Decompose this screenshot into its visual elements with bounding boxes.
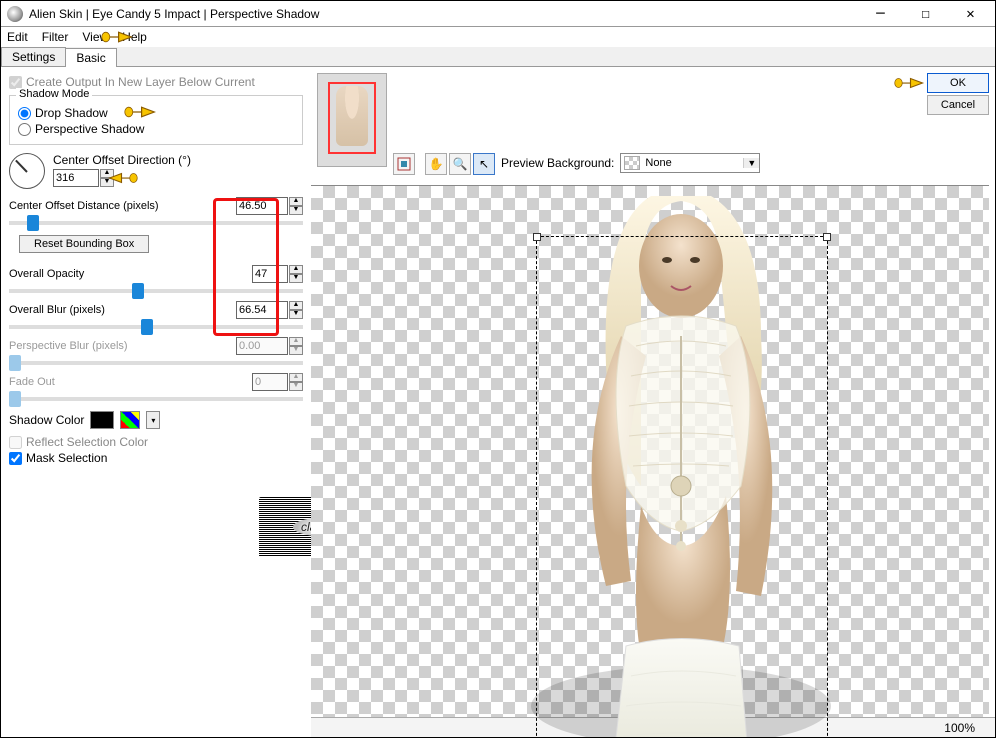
overall-blur-label: Overall Blur (pixels) xyxy=(9,304,232,316)
handle-nw[interactable] xyxy=(533,233,541,241)
tab-basic[interactable]: Basic xyxy=(65,48,116,67)
offset-distance-spinner[interactable]: ▲▼ xyxy=(289,197,303,215)
overall-blur-slider[interactable] xyxy=(9,325,303,329)
overall-opacity-label: Overall Opacity xyxy=(9,268,248,280)
close-button[interactable]: ✕ xyxy=(948,1,993,26)
navigator-thumbnail[interactable] xyxy=(317,73,387,167)
chevron-down-icon: ▼ xyxy=(743,158,759,168)
perspective-blur-label: Perspective Blur (pixels) xyxy=(9,340,232,352)
app-window: Alien Skin | Eye Candy 5 Impact | Perspe… xyxy=(0,0,996,738)
shadow-mode-legend: Shadow Mode xyxy=(16,88,92,100)
preview-tools: ✋ 🔍 ↖ xyxy=(393,153,495,175)
reset-bbox-button[interactable]: Reset Bounding Box xyxy=(19,235,149,253)
menu-edit[interactable]: Edit xyxy=(7,30,28,44)
zoom-tool-icon[interactable]: 🔍 xyxy=(449,153,471,175)
pointer-hand-icon xyxy=(124,102,156,122)
navigator-selection xyxy=(328,82,376,154)
menu-filter[interactable]: Filter xyxy=(42,30,69,44)
offset-distance-slider[interactable] xyxy=(9,221,303,225)
dialog-buttons: OK Cancel xyxy=(927,73,989,115)
overall-opacity-row: Overall Opacity ▲▼ xyxy=(9,265,303,293)
ok-button[interactable]: OK xyxy=(927,73,989,93)
window-title: Alien Skin | Eye Candy 5 Impact | Perspe… xyxy=(27,7,858,21)
titlebar: Alien Skin | Eye Candy 5 Impact | Perspe… xyxy=(1,1,995,27)
selection-marquee[interactable] xyxy=(536,236,828,737)
shadow-mode-group: Shadow Mode Drop Shadow Perspective Shad… xyxy=(9,95,303,145)
perspective-blur-slider xyxy=(9,361,303,365)
direction-dial[interactable] xyxy=(9,153,45,189)
arrow-tool-icon[interactable]: ↖ xyxy=(473,153,495,175)
pointer-hand-icon xyxy=(101,27,133,47)
color-dropdown[interactable]: ▾ xyxy=(146,411,160,429)
fade-out-input xyxy=(252,373,288,391)
pointer-hand-icon xyxy=(893,74,925,92)
mask-selection-label: Mask Selection xyxy=(26,451,107,465)
drop-shadow-radio[interactable]: Drop Shadow xyxy=(18,106,294,120)
shadow-color-label: Shadow Color xyxy=(9,413,84,427)
create-output-label: Create Output In New Layer Below Current xyxy=(26,75,255,89)
cancel-button[interactable]: Cancel xyxy=(927,95,989,115)
fade-out-label: Fade Out xyxy=(9,376,248,388)
preview-bg-value: None xyxy=(643,157,743,169)
toggle-preview-icon[interactable] xyxy=(393,153,415,175)
offset-direction-input[interactable] xyxy=(53,169,99,187)
perspective-shadow-radio[interactable]: Perspective Shadow xyxy=(18,122,294,136)
overall-blur-spinner[interactable]: ▲▼ xyxy=(289,301,303,319)
drop-shadow-label: Drop Shadow xyxy=(35,106,108,120)
perspective-blur-spinner: ▲▼ xyxy=(289,337,303,355)
offset-distance-label: Center Offset Distance (pixels) xyxy=(9,200,232,212)
settings-panel: Create Output In New Layer Below Current… xyxy=(1,67,311,737)
menubar: Edit Filter View Help xyxy=(1,27,995,47)
preview-bg-combo[interactable]: None ▼ xyxy=(620,153,760,173)
checker-icon xyxy=(624,156,640,170)
perspective-shadow-label: Perspective Shadow xyxy=(35,122,144,136)
overall-opacity-slider[interactable] xyxy=(9,289,303,293)
preview-toolbar: ✋ 🔍 ↖ Preview Background: None ▼ xyxy=(311,67,995,185)
palette-icon[interactable] xyxy=(120,411,140,429)
shadow-color-swatch[interactable] xyxy=(90,411,114,429)
fade-out-slider xyxy=(9,397,303,401)
maximize-button[interactable]: ☐ xyxy=(903,1,948,26)
overall-blur-row: Overall Blur (pixels) ▲▼ xyxy=(9,301,303,329)
body: Create Output In New Layer Below Current… xyxy=(1,67,995,737)
reflect-selection-label: Reflect Selection Color xyxy=(26,435,148,449)
perspective-blur-input xyxy=(236,337,288,355)
hand-tool-icon[interactable]: ✋ xyxy=(425,153,447,175)
overall-blur-input[interactable] xyxy=(236,301,288,319)
offset-distance-input[interactable] xyxy=(236,197,288,215)
overall-opacity-input[interactable] xyxy=(252,265,288,283)
tab-settings[interactable]: Settings xyxy=(1,47,66,66)
offset-distance-row: Center Offset Distance (pixels) ▲▼ xyxy=(9,197,303,225)
overall-opacity-spinner[interactable]: ▲▼ xyxy=(289,265,303,283)
mask-selection-checkbox[interactable]: Mask Selection xyxy=(9,451,303,465)
pointer-hand-icon xyxy=(108,169,138,187)
shadow-color-row: Shadow Color ▾ xyxy=(9,411,303,429)
offset-direction-label: Center Offset Direction (°) xyxy=(53,153,191,167)
preview-canvas[interactable] xyxy=(311,185,989,717)
create-output-checkbox[interactable]: Create Output In New Layer Below Current xyxy=(9,75,303,89)
fade-out-spinner: ▲▼ xyxy=(289,373,303,391)
window-buttons: ─ ☐ ✕ xyxy=(858,1,993,26)
fade-out-row: Fade Out ▲▼ xyxy=(9,373,303,401)
preview-bg-row: Preview Background: None ▼ xyxy=(501,153,760,173)
zoom-level: 100% xyxy=(944,721,975,735)
perspective-blur-row: Perspective Blur (pixels) ▲▼ xyxy=(9,337,303,365)
reflect-selection-checkbox: Reflect Selection Color xyxy=(9,435,303,449)
minimize-button[interactable]: ─ xyxy=(858,1,903,26)
tab-bar: Settings Basic xyxy=(1,47,995,67)
preview-panel: ✋ 🔍 ↖ Preview Background: None ▼ xyxy=(311,67,995,737)
app-icon xyxy=(7,6,23,22)
preview-bg-label: Preview Background: xyxy=(501,156,614,170)
offset-direction-row: Center Offset Direction (°) ▲▼ xyxy=(9,153,303,189)
handle-ne[interactable] xyxy=(823,233,831,241)
